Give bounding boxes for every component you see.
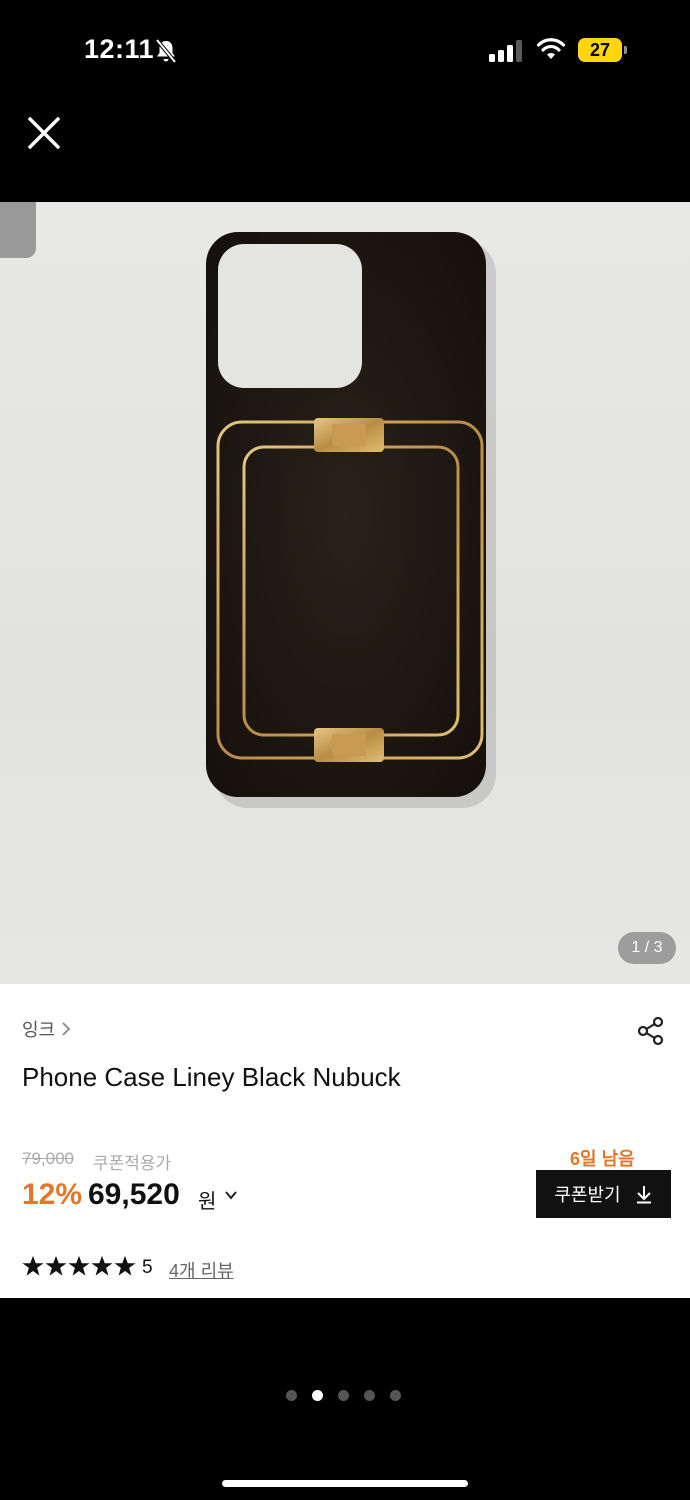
page-dot[interactable] [364, 1390, 375, 1401]
product-info-panel [0, 984, 690, 1298]
home-indicator[interactable] [222, 1480, 468, 1487]
discount-rate: 12% [22, 1178, 83, 1211]
final-price: 69,520 [88, 1178, 180, 1211]
battery-icon: 27 [578, 38, 622, 62]
original-price: 79,000 [22, 1149, 74, 1168]
image-counter: 1 / 3 [618, 932, 676, 964]
battery-cap [624, 46, 627, 54]
side-handle[interactable] [0, 202, 36, 258]
download-icon [636, 1186, 651, 1204]
brand-link[interactable]: 잉크 [22, 1016, 71, 1042]
star-icon [91, 1255, 113, 1276]
bell-off-icon [155, 38, 177, 64]
star-icon [45, 1255, 67, 1276]
coupon-price-label: 쿠폰적용가 [93, 1154, 172, 1173]
coupon-days-left: 6일 남음 [570, 1149, 635, 1169]
rating-stars [22, 1255, 136, 1277]
chevron-right-icon [62, 1022, 71, 1036]
battery-level: 27 [589, 39, 611, 60]
star-icon [68, 1255, 90, 1276]
currency: 원 [198, 1191, 217, 1213]
share-icon[interactable] [636, 1016, 666, 1046]
chevron-down-icon[interactable] [223, 1187, 239, 1203]
signal-icon [489, 40, 522, 62]
page-indicator [286, 1390, 401, 1401]
rating-value: 5 [142, 1257, 153, 1278]
star-icon [22, 1255, 44, 1276]
star-icon [114, 1255, 136, 1276]
brand-name: 잉크 [22, 1020, 56, 1040]
page-dot-active[interactable] [312, 1390, 323, 1401]
coupon-button-label: 쿠폰받기 [554, 1185, 621, 1205]
page-dot[interactable] [390, 1390, 401, 1401]
status-bar: 12:11 27 [0, 0, 690, 100]
wifi-icon [536, 38, 566, 59]
product-image[interactable] [0, 202, 690, 984]
close-icon[interactable] [24, 113, 64, 153]
page-dot[interactable] [338, 1390, 349, 1401]
status-time: 12:11 [84, 34, 155, 64]
product-title: Phone Case Liney Black Nubuck [22, 1062, 401, 1092]
page-dot[interactable] [286, 1390, 297, 1401]
review-count-link[interactable]: 4개 리뷰 [169, 1257, 234, 1283]
get-coupon-button[interactable]: 쿠폰받기 [536, 1170, 671, 1218]
phone-case-image [206, 232, 496, 808]
